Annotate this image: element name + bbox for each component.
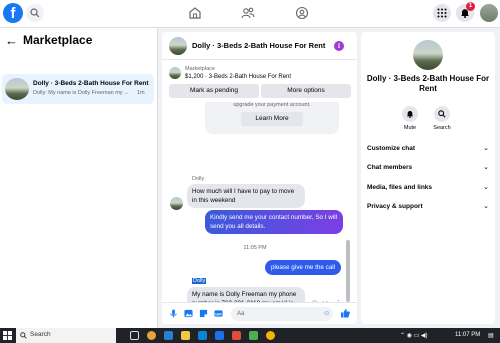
home-icon[interactable]	[188, 6, 202, 20]
search-icon[interactable]	[26, 4, 44, 22]
info-avatar[interactable]	[413, 40, 443, 70]
notification-center-icon[interactable]: ▤	[488, 332, 494, 339]
customize-chat-section[interactable]: Customize chat ⌄	[367, 142, 491, 156]
info-icon[interactable]: i	[334, 41, 344, 51]
conversation-time: 1m	[137, 90, 145, 96]
friends-icon[interactable]	[241, 6, 255, 20]
system-notice-card: upgrade your payment account. Learn More	[205, 102, 339, 134]
outgoing-message: Kindly send me your contact number, So I…	[205, 210, 343, 234]
marketplace-sidebar: ← Marketplace Dolly · 3-Beds 2-Bath Hous…	[0, 28, 158, 328]
chat-members-section[interactable]: Chat members ⌄	[367, 161, 491, 175]
windows-taskbar: Search ⌃ ◉ ▭ ◀) 11:07 PM ▤	[0, 328, 500, 343]
profile-avatar[interactable]	[480, 4, 498, 22]
message-input[interactable]: Aa	[231, 307, 333, 321]
section-label: Customize chat	[367, 145, 416, 152]
chat-avatar[interactable]	[169, 37, 187, 55]
taskbar-search-box[interactable]: Search	[16, 328, 116, 343]
sidebar-header: ← Marketplace	[5, 32, 92, 48]
incoming-message: My name is Dolly Freeman my phone number…	[187, 287, 305, 302]
task-view-icon[interactable]	[130, 331, 139, 340]
incoming-message: How much will I have to pay to move in t…	[187, 184, 305, 208]
mail-icon[interactable]	[215, 331, 224, 340]
top-navigation-bar: f 1	[0, 0, 500, 28]
chrome-icon[interactable]	[147, 331, 156, 340]
store-icon[interactable]	[198, 331, 207, 340]
sticker-icon[interactable]	[199, 309, 208, 318]
listing-thumbnail	[5, 78, 29, 100]
conversation-preview: Dolly: My name is Dolly Freeman my ...	[33, 90, 129, 96]
section-label: Media, files and links	[367, 184, 433, 191]
chat-title[interactable]: Dolly · 3-Beds 2-Bath House For Rent	[192, 41, 325, 50]
taskbar-clock[interactable]: 11:07 PM	[455, 332, 480, 338]
message-sender: Dolly	[192, 278, 207, 284]
chrome-icon[interactable]	[266, 331, 275, 340]
message-timestamp: 11:05 PM	[243, 245, 267, 251]
chat-header: Dolly · 3-Beds 2-Bath House For Rent i	[162, 32, 357, 60]
listing-price: $1,200 · 3-Beds 2-Bath House For Rent	[185, 74, 292, 80]
file-explorer-icon[interactable]	[181, 331, 190, 340]
microphone-icon[interactable]	[169, 309, 178, 318]
chevron-down-icon: ⌄	[483, 164, 489, 171]
conversation-name: Dolly · 3-Beds 2-Bath House For Rent	[33, 80, 149, 87]
groups-icon[interactable]	[295, 6, 309, 20]
windows-start-icon[interactable]	[3, 331, 12, 340]
thumbs-up-icon[interactable]	[340, 308, 350, 318]
chat-panel: Dolly · 3-Beds 2-Bath House For Rent i M…	[162, 32, 357, 324]
outgoing-message: please give me the call	[265, 260, 342, 275]
chevron-down-icon: ⌄	[483, 184, 489, 191]
tray-icons[interactable]: ⌃ ◉ ▭ ◀)	[400, 332, 428, 339]
section-label: Chat members	[367, 164, 413, 171]
sender-avatar[interactable]	[170, 197, 183, 210]
facebook-logo-icon[interactable]: f	[3, 3, 23, 23]
svg-text:GIF: GIF	[215, 311, 222, 316]
message-sender-name: Dolly	[192, 278, 207, 284]
info-title: Dolly · 3-Beds 2-Bath House For Rent	[366, 74, 490, 93]
search-icon	[20, 332, 27, 339]
system-notice-text: upgrade your payment account.	[233, 102, 311, 108]
search-label: Search	[433, 125, 451, 131]
chevron-down-icon: ⌄	[483, 145, 489, 152]
composer-bar: GIF Aa ☺	[162, 302, 357, 324]
more-options-button[interactable]: More options	[261, 84, 351, 98]
listing-thumbnail	[169, 67, 181, 79]
mute-label: Mute	[403, 125, 417, 131]
back-arrow-icon[interactable]: ←	[5, 33, 18, 48]
chevron-down-icon: ⌄	[483, 203, 489, 210]
listing-label: Marketplace	[185, 66, 215, 72]
conversation-list-item[interactable]: Dolly · 3-Beds 2-Bath House For Rent Dol…	[2, 74, 154, 104]
mute-bell-icon[interactable]	[402, 106, 418, 122]
app-icon[interactable]	[232, 331, 241, 340]
chat-scrollbar[interactable]	[346, 240, 350, 302]
learn-more-button[interactable]: Learn More	[241, 112, 303, 126]
app-icon[interactable]	[249, 331, 258, 340]
taskbar-search-text: Search	[30, 331, 51, 338]
emoji-icon[interactable]: ☺	[323, 310, 330, 317]
menu-grid-icon[interactable]	[433, 4, 451, 22]
image-icon[interactable]	[184, 309, 193, 318]
conversation-info-panel: Dolly · 3-Beds 2-Bath House For Rent Mut…	[361, 32, 495, 324]
mark-as-pending-button[interactable]: Mark as pending	[169, 84, 259, 98]
search-conversation-icon[interactable]	[434, 106, 450, 122]
gif-icon[interactable]: GIF	[214, 309, 223, 318]
message-thread: upgrade your payment account. Learn More…	[162, 102, 357, 302]
privacy-support-section[interactable]: Privacy & support ⌄	[367, 200, 491, 214]
listing-banner[interactable]: Marketplace $1,200 · 3-Beds 2-Bath House…	[162, 61, 357, 85]
edge-icon[interactable]	[164, 331, 173, 340]
notification-count-badge: 1	[466, 2, 475, 11]
message-sender: Dolly	[192, 176, 205, 182]
section-label: Privacy & support	[367, 203, 423, 210]
media-files-links-section[interactable]: Media, files and links ⌄	[367, 181, 491, 195]
sidebar-title: Marketplace	[23, 33, 93, 47]
